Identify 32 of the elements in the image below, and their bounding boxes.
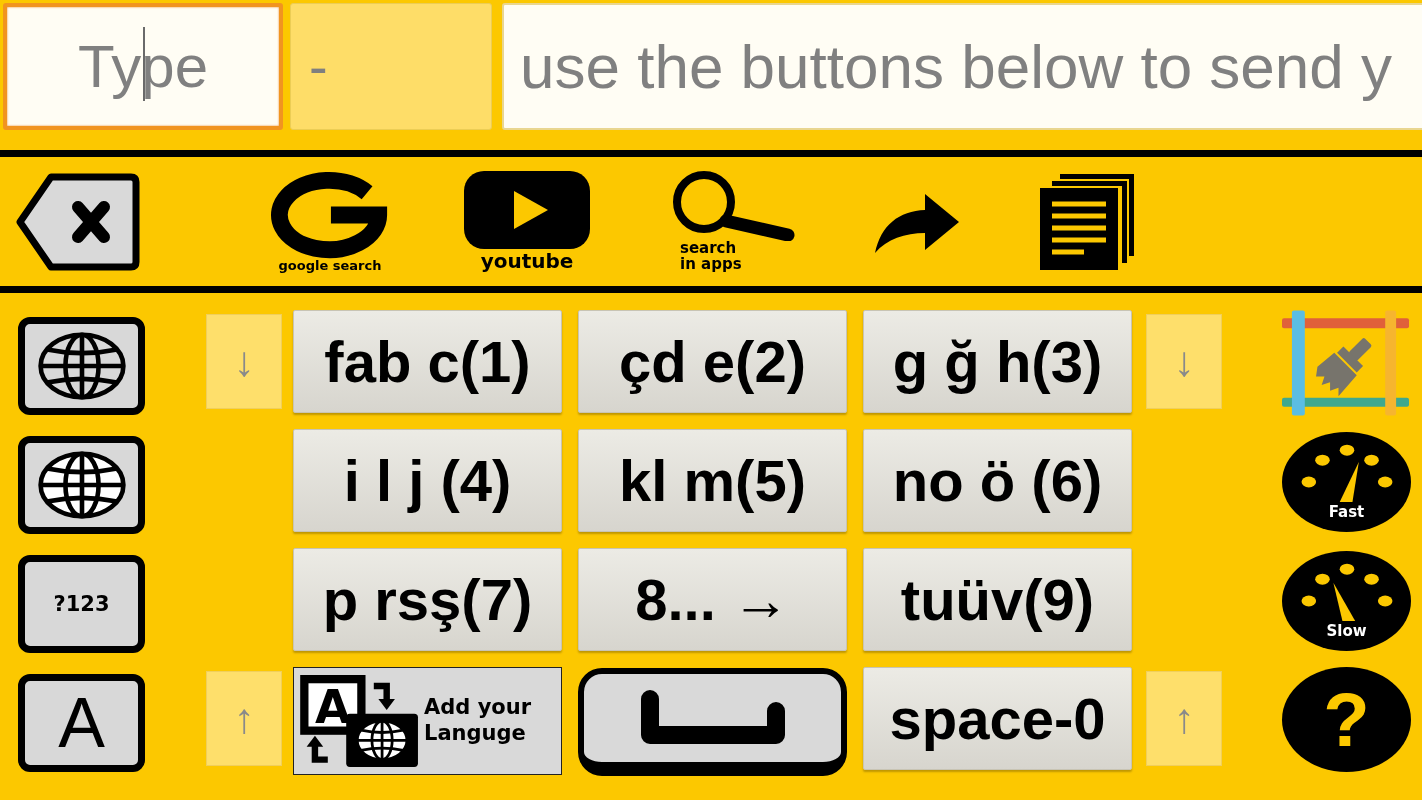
- enter-key[interactable]: [578, 668, 847, 776]
- globe-icon: [35, 331, 128, 401]
- letter-key[interactable]: g ğ h(3): [863, 310, 1132, 413]
- letter-key[interactable]: space-0: [863, 667, 1132, 770]
- brush-frame-icon: [1282, 310, 1411, 416]
- letter-key[interactable]: fab c(1): [293, 310, 562, 413]
- video-play-icon: [464, 171, 590, 249]
- letter-key[interactable]: kl m(5): [578, 429, 847, 532]
- youtube-button[interactable]: youtube: [464, 171, 590, 272]
- language-key[interactable]: [18, 436, 145, 534]
- globe-icon: [35, 450, 128, 520]
- add-language-button[interactable]: A Add your Languge: [293, 667, 562, 775]
- letter-key[interactable]: çd e(2): [578, 310, 847, 413]
- copy-button[interactable]: [1040, 173, 1134, 270]
- search-in-apps-button[interactable]: search in apps: [662, 170, 802, 273]
- symbols-key[interactable]: ?123: [18, 555, 145, 653]
- letter-key[interactable]: tuüv(9): [863, 548, 1132, 651]
- backspace-button[interactable]: [15, 171, 141, 272]
- google-search-button[interactable]: google search: [268, 170, 392, 273]
- letter-key[interactable]: p rsş(7): [293, 548, 562, 651]
- speed-button[interactable]: Slow: [1282, 551, 1411, 651]
- backspace-icon: [15, 171, 141, 272]
- letters-key[interactable]: A: [18, 674, 145, 772]
- documents-icon: [1040, 173, 1134, 270]
- speed-button[interactable]: Fast: [1282, 432, 1411, 532]
- language-key[interactable]: [18, 317, 145, 415]
- letter-key[interactable]: i l j (4): [293, 429, 562, 532]
- text-input-field[interactable]: use the buttons below to send y: [502, 3, 1422, 130]
- help-button[interactable]: ?: [1282, 667, 1411, 772]
- brush-button[interactable]: [1282, 310, 1411, 416]
- letter-key[interactable]: no ö (6): [863, 429, 1132, 532]
- letter-key[interactable]: 8... →: [578, 548, 847, 651]
